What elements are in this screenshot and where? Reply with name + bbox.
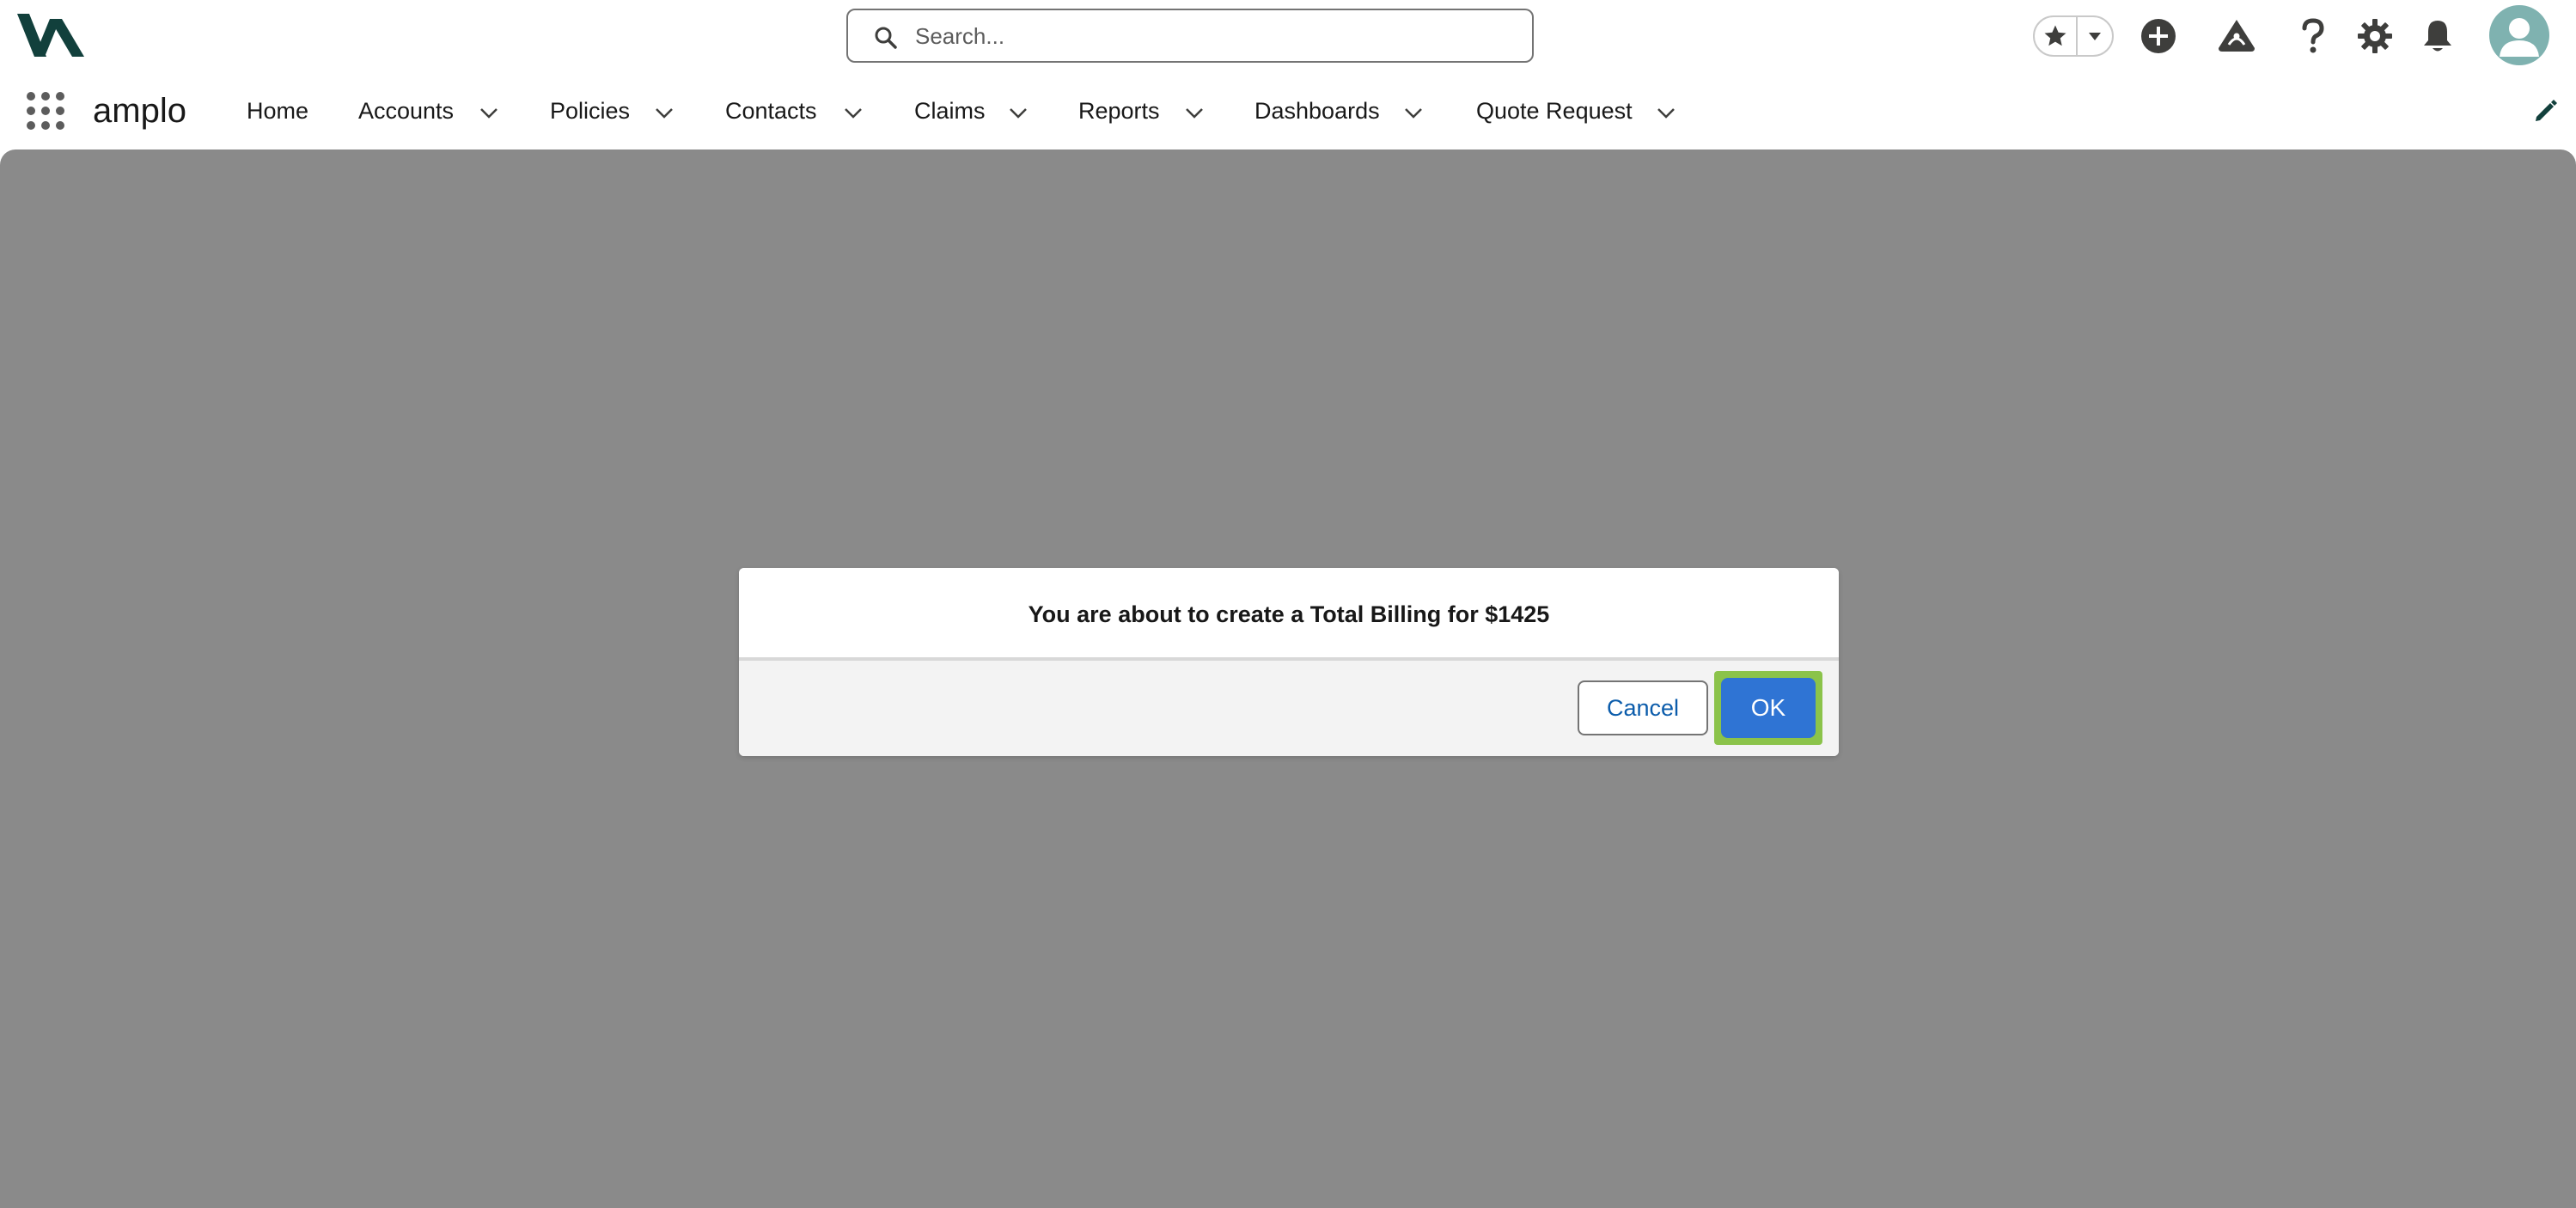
nav-item-label: Reports	[1078, 98, 1160, 124]
chevron-down-icon[interactable]	[1183, 101, 1206, 124]
search-icon	[875, 27, 897, 49]
nav-item-contacts[interactable]: Contacts	[725, 91, 817, 131]
chevron-down-icon[interactable]	[478, 101, 500, 124]
app-navigation-bar: amplo Home Accounts Policies Contacts Cl…	[0, 72, 2576, 149]
global-actions-button[interactable]	[2136, 14, 2181, 58]
app-launcher-icon[interactable]	[26, 91, 65, 131]
help-button[interactable]	[2291, 14, 2335, 58]
favorites-star-button[interactable]	[2035, 17, 2076, 55]
help-icon	[2302, 18, 2324, 53]
nav-item-quote-request[interactable]: Quote Request	[1476, 91, 1633, 131]
nav-item-policies[interactable]: Policies	[550, 91, 630, 131]
add-icon	[2141, 19, 2176, 53]
favorites-button-group	[2033, 15, 2114, 57]
nav-item-label: Claims	[914, 98, 986, 124]
edit-nav-pencil-icon[interactable]	[2533, 98, 2559, 124]
trailhead-icon	[2219, 20, 2255, 52]
app-name: amplo	[93, 92, 186, 130]
favorites-dropdown-icon	[2088, 33, 2101, 40]
ok-button[interactable]: OK	[1721, 678, 1816, 738]
setup-button[interactable]	[2353, 14, 2397, 58]
dialog-body: You are about to create a Total Billing …	[739, 568, 1839, 657]
user-avatar[interactable]	[2489, 5, 2549, 65]
global-header	[0, 0, 2576, 72]
nav-item-label: Policies	[550, 98, 631, 124]
notifications-button[interactable]	[2415, 14, 2460, 58]
settings-icon	[2358, 19, 2392, 53]
global-search[interactable]	[846, 9, 1534, 63]
nav-item-claims[interactable]: Claims	[914, 91, 986, 131]
dialog-footer: Cancel OK	[739, 661, 1839, 756]
chevron-down-icon[interactable]	[1655, 101, 1677, 124]
chevron-down-icon[interactable]	[1402, 101, 1425, 124]
trailhead-guidance-button[interactable]	[2214, 14, 2259, 58]
confirm-dialog: You are about to create a Total Billing …	[739, 568, 1839, 756]
cancel-button[interactable]: Cancel	[1578, 680, 1708, 735]
amplo-logo-icon[interactable]	[17, 10, 86, 60]
favorite-star-icon	[2044, 25, 2066, 46]
nav-item-accounts[interactable]: Accounts	[358, 91, 454, 131]
nav-item-label: Contacts	[725, 98, 817, 124]
chevron-down-icon[interactable]	[842, 101, 864, 124]
nav-item-dashboards[interactable]: Dashboards	[1254, 91, 1380, 131]
notifications-bell-icon	[2424, 21, 2451, 52]
nav-item-home[interactable]: Home	[247, 91, 308, 131]
favorites-dropdown-button[interactable]	[2075, 17, 2112, 55]
chevron-down-icon[interactable]	[653, 101, 675, 124]
nav-item-label: Home	[247, 98, 309, 124]
nav-item-label: Accounts	[358, 98, 455, 124]
dialog-message: You are about to create a Total Billing …	[1028, 601, 1550, 627]
avatar-icon	[2500, 18, 2539, 57]
chevron-down-icon[interactable]	[1007, 101, 1029, 124]
nav-item-label: Quote Request	[1476, 98, 1633, 124]
nav-item-label: Dashboards	[1254, 98, 1380, 124]
nav-item-reports[interactable]: Reports	[1078, 91, 1160, 131]
search-input[interactable]	[913, 17, 1515, 55]
